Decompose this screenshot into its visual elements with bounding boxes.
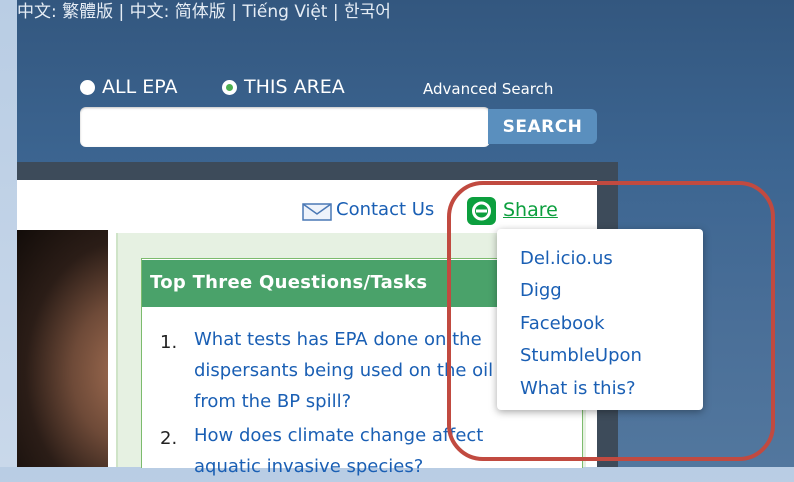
search-input[interactable] bbox=[80, 107, 490, 147]
radio-all-epa[interactable] bbox=[80, 80, 95, 95]
contact-us-link[interactable]: Contact Us bbox=[336, 199, 434, 220]
language-links-text[interactable]: 中文: 繁體版 | 中文: 简体版 | Tiếng Việt | 한국어 bbox=[17, 0, 391, 22]
question-number: 2. bbox=[160, 428, 178, 449]
search-button[interactable]: SEARCH bbox=[488, 109, 597, 144]
radio-this-area-label[interactable]: THIS AREA bbox=[244, 76, 345, 98]
envelope-icon[interactable] bbox=[302, 203, 332, 221]
question-number: 1. bbox=[160, 332, 178, 353]
top-three-title: Top Three Questions/Tasks bbox=[150, 272, 428, 293]
advanced-search-link[interactable]: Advanced Search bbox=[423, 80, 553, 98]
radio-this-area[interactable] bbox=[222, 80, 237, 95]
radio-all-epa-label[interactable]: ALL EPA bbox=[102, 76, 177, 98]
annotation-highlight bbox=[447, 181, 775, 461]
person-photo bbox=[17, 230, 108, 467]
language-links[interactable]: 中文: 繁體版 | 中文: 简体版 | Tiếng Việt | 한국어 bbox=[17, 0, 794, 30]
